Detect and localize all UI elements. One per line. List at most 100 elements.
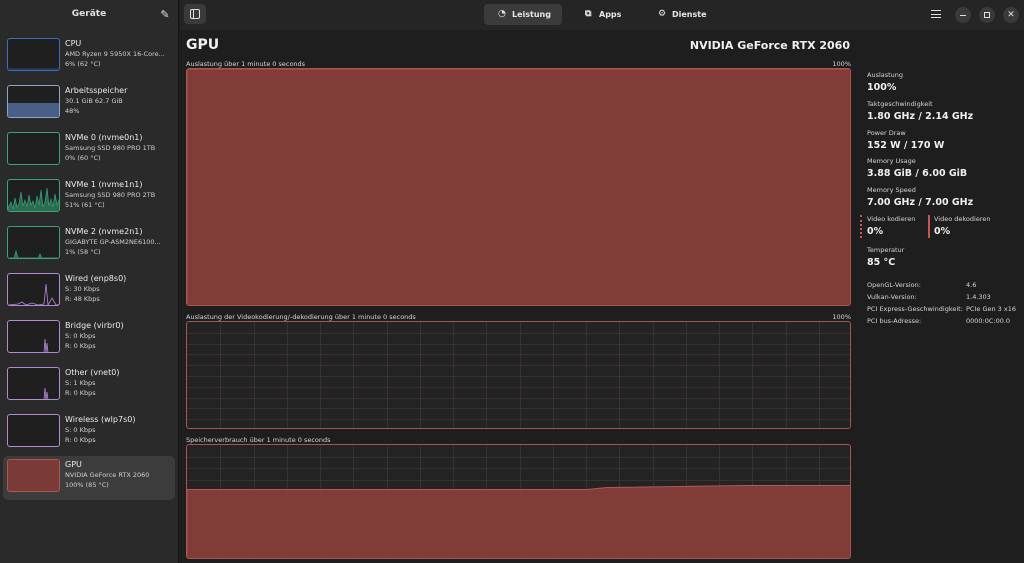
graph-max-label: 100%: [832, 313, 851, 321]
tab-dienste[interactable]: ⚙ Dienste: [650, 4, 715, 25]
device-detail: S: 0 Kbps: [65, 426, 96, 434]
gear-icon: ⚙: [658, 9, 667, 19]
encode-indicator: [860, 215, 862, 238]
tab-leistung[interactable]: ◔ Leistung: [484, 4, 562, 25]
gpu-model-name: NVIDIA GeForce RTX 2060: [689, 39, 850, 52]
device-detail: Samsung SSD 980 PRO 2TB: [65, 191, 156, 199]
device-detail: 1% (58 °C): [65, 248, 101, 256]
info-value: PCIe Gen 3 x16: [966, 305, 1016, 313]
device-name: GPU: [65, 460, 82, 469]
tab-label: Dienste: [672, 10, 707, 19]
gauge-icon: ◔: [498, 9, 506, 19]
sidebar-toggle-icon: [190, 9, 200, 19]
stat-value: 0%: [867, 226, 884, 237]
device-detail: GIGABYTE GP-ASM2NE6100...: [65, 238, 161, 246]
graph-max-label: 100%: [832, 60, 851, 68]
stat-label: Auslastung: [867, 71, 904, 79]
graph-label: Auslastung der Videokodierung/-dekodieru…: [186, 313, 416, 321]
gpu-usage-graph: [186, 68, 851, 306]
tab-apps[interactable]: ⧉ Apps: [577, 4, 632, 25]
device-item-memory[interactable]: Arbeitsspeicher 30.1 GiB 62.7 GiB 48%: [3, 82, 175, 126]
stat-label: Power Draw: [867, 129, 906, 137]
video-codec-graph: [186, 321, 851, 429]
edit-pencil-icon[interactable]: ✎: [157, 7, 173, 23]
device-detail: S: 30 Kbps: [65, 285, 100, 293]
sidebar-title: Geräte: [71, 9, 107, 19]
stat-label: Memory Speed: [867, 186, 916, 194]
device-thumbnail: [7, 414, 60, 447]
stat-value: 0%: [934, 226, 951, 237]
graph-area: [187, 69, 850, 305]
sidebar: Geräte ✎ CPU AMD Ryzen 9 5950X 16-Core..…: [0, 0, 179, 563]
close-icon: ✕: [1007, 10, 1015, 20]
device-name: NVMe 0 (nvme0n1): [65, 133, 143, 142]
stat-label: Taktgeschwindigkeit: [867, 100, 933, 108]
info-value: 4.6: [966, 281, 977, 289]
device-thumbnail: [7, 85, 60, 118]
stat-value: 152 W / 170 W: [867, 140, 945, 151]
info-value: 1.4.303: [966, 293, 991, 301]
device-detail: NVIDIA GeForce RTX 2060: [65, 471, 150, 479]
device-item-nvme2[interactable]: NVMe 2 (nvme2n1) GIGABYTE GP-ASM2NE6100.…: [3, 223, 175, 267]
tab-label: Apps: [599, 10, 622, 19]
device-thumbnail: [7, 320, 60, 353]
minimize-button[interactable]: [955, 7, 971, 23]
main-content: GPU NVIDIA GeForce RTX 2060 Auslastung ü…: [180, 30, 1024, 563]
device-detail: S: 1 Kbps: [65, 379, 96, 387]
device-thumbnail: [7, 38, 60, 71]
stat-value: 7.00 GHz / 7.00 GHz: [867, 197, 974, 208]
device-thumbnail: [7, 367, 60, 400]
device-item-gpu[interactable]: GPU NVIDIA GeForce RTX 2060 100% (85 °C): [3, 456, 175, 500]
minimize-icon: [960, 15, 966, 17]
device-thumbnail: [7, 179, 60, 212]
device-detail: R: 0 Kbps: [65, 436, 96, 444]
device-detail: 100% (85 °C): [65, 481, 109, 489]
device-thumbnail: [7, 273, 60, 306]
decode-indicator: [928, 215, 930, 238]
info-key: Vulkan-Version:: [867, 293, 917, 301]
device-detail: 6% (62 °C): [65, 60, 101, 68]
graph-label: Auslastung über 1 minute 0 seconds: [186, 60, 306, 68]
sidebar-toggle-button[interactable]: [184, 4, 206, 24]
device-item-wired[interactable]: Wired (enp8s0) S: 30 Kbps R: 48 Kbps: [3, 270, 175, 314]
tab-label: Leistung: [512, 10, 551, 19]
device-name: CPU: [65, 39, 82, 48]
device-item-nvme0[interactable]: NVMe 0 (nvme0n1) Samsung SSD 980 PRO 1TB…: [3, 129, 175, 173]
device-item-bridge[interactable]: Bridge (virbr0) S: 0 Kbps R: 0 Kbps: [3, 317, 175, 361]
memory-usage-graph: [186, 444, 851, 559]
device-thumbnail: [7, 132, 60, 165]
device-detail: 51% (61 °C): [65, 201, 105, 209]
stat-label: Video kodieren: [867, 215, 916, 223]
device-detail: R: 48 Kbps: [65, 295, 100, 303]
device-item-other[interactable]: Other (vnet0) S: 1 Kbps R: 0 Kbps: [3, 364, 175, 408]
stat-value: 3.88 GiB / 6.00 GiB: [867, 168, 968, 179]
stat-value: 85 °C: [867, 257, 896, 268]
device-item-cpu[interactable]: CPU AMD Ryzen 9 5950X 16-Core... 6% (62 …: [3, 35, 175, 79]
info-value: 0000:0C:00.0: [966, 317, 1011, 325]
device-item-wireless[interactable]: Wireless (wlp7s0) S: 0 Kbps R: 0 Kbps: [3, 411, 175, 455]
device-name: Wired (enp8s0): [65, 274, 127, 283]
header-bar: ◔ Leistung ⧉ Apps ⚙ Dienste ✕: [180, 0, 1024, 30]
device-detail: R: 0 Kbps: [65, 342, 96, 350]
apps-icon: ⧉: [585, 9, 592, 19]
device-detail: Samsung SSD 980 PRO 1TB: [65, 144, 156, 152]
device-item-nvme1[interactable]: NVMe 1 (nvme1n1) Samsung SSD 980 PRO 2TB…: [3, 176, 175, 220]
info-key: PCI Express-Geschwindigkeit:: [867, 305, 963, 313]
device-detail: S: 0 Kbps: [65, 332, 96, 340]
device-detail: AMD Ryzen 9 5950X 16-Core...: [65, 50, 165, 58]
device-thumbnail: [7, 226, 60, 259]
maximize-button[interactable]: [979, 7, 995, 23]
stat-value: 100%: [867, 82, 897, 93]
device-name: NVMe 1 (nvme1n1): [65, 180, 143, 189]
info-key: OpenGL-Version:: [867, 281, 921, 289]
device-name: NVMe 2 (nvme2n1): [65, 227, 143, 236]
stat-label: Video dekodieren: [934, 215, 991, 223]
device-name: Other (vnet0): [65, 368, 120, 377]
close-button[interactable]: ✕: [1003, 7, 1019, 23]
graph-area: [187, 485, 850, 558]
graph-label: Speicherverbrauch über 1 minute 0 second…: [186, 436, 331, 444]
hamburger-menu-icon[interactable]: [930, 8, 942, 20]
page-title: GPU: [186, 37, 220, 53]
device-thumbnail: [7, 459, 60, 492]
device-detail: 0% (60 °C): [65, 154, 101, 162]
